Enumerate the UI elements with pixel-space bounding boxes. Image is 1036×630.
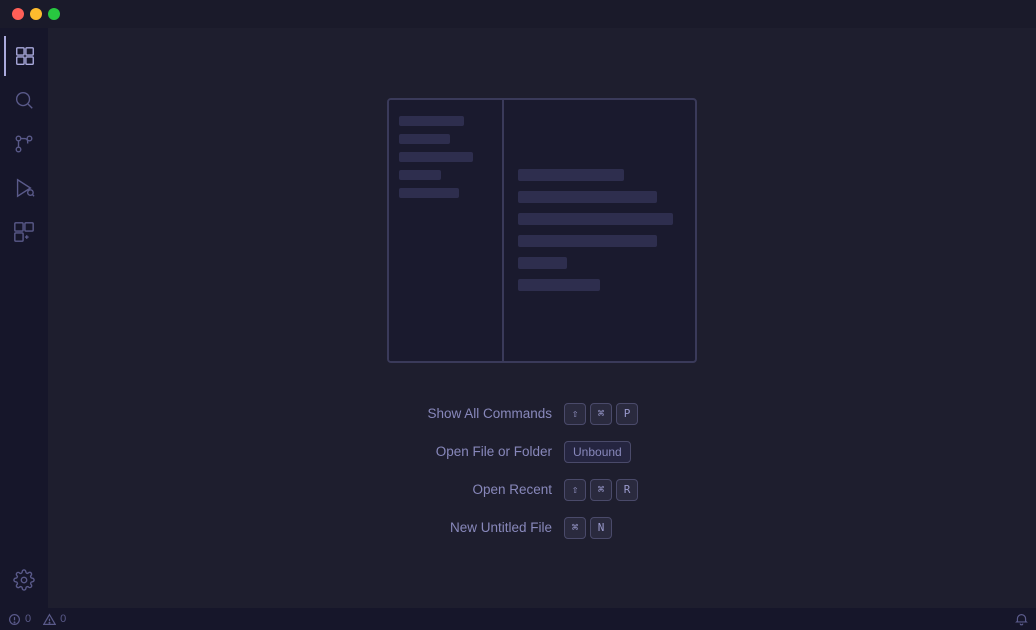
shortcut-new-file[interactable]: New Untitled File ⌘ N <box>382 517 702 539</box>
warning-count: 0 <box>60 613 66 625</box>
key-unbound: Unbound <box>564 441 631 463</box>
minimize-button[interactable] <box>30 8 42 20</box>
illus-bar <box>399 188 459 198</box>
statusbar: 0 0 <box>0 608 1036 630</box>
shortcut-show-all-commands[interactable]: Show All Commands ⇧ ⌘ P <box>382 403 702 425</box>
illus-bar <box>399 134 450 144</box>
shortcut-label: Open Recent <box>382 482 552 497</box>
bell-icon <box>1015 613 1028 626</box>
error-icon <box>8 613 21 626</box>
sidebar-item-explorer[interactable] <box>4 36 44 76</box>
illus-line <box>518 213 673 225</box>
illus-right-panel <box>504 100 695 361</box>
sidebar-item-extensions[interactable] <box>4 212 44 252</box>
main-layout: Show All Commands ⇧ ⌘ P Open File or Fol… <box>0 28 1036 608</box>
titlebar <box>0 0 1036 28</box>
shortcut-label: Open File or Folder <box>382 444 552 459</box>
shortcut-keys: ⇧ ⌘ P <box>564 403 638 425</box>
sidebar-item-run[interactable] <box>4 168 44 208</box>
shortcut-keys: Unbound <box>564 441 631 463</box>
sidebar-item-source-control[interactable] <box>4 124 44 164</box>
status-errors[interactable]: 0 <box>8 613 31 626</box>
illus-line <box>518 169 624 181</box>
key-shift: ⇧ <box>564 403 586 425</box>
illus-line <box>518 257 567 269</box>
key-r: R <box>616 479 638 501</box>
warning-icon <box>43 613 56 626</box>
illus-bar <box>399 152 473 162</box>
shortcut-keys: ⇧ ⌘ R <box>564 479 638 501</box>
key-n: N <box>590 517 612 539</box>
bell-button[interactable] <box>1015 613 1028 626</box>
key-cmd: ⌘ <box>590 479 612 501</box>
key-cmd: ⌘ <box>590 403 612 425</box>
content-area: Show All Commands ⇧ ⌘ P Open File or Fol… <box>48 28 1036 608</box>
shortcut-open-recent[interactable]: Open Recent ⇧ ⌘ R <box>382 479 702 501</box>
key-shift: ⇧ <box>564 479 586 501</box>
shortcut-open-file[interactable]: Open File or Folder Unbound <box>382 441 702 463</box>
illus-bar <box>399 116 464 126</box>
illus-line <box>518 279 600 291</box>
sidebar-bottom <box>4 560 44 600</box>
illus-line <box>518 191 657 203</box>
shortcut-label: New Untitled File <box>382 520 552 535</box>
key-cmd: ⌘ <box>564 517 586 539</box>
maximize-button[interactable] <box>48 8 60 20</box>
shortcut-keys: ⌘ N <box>564 517 612 539</box>
illus-bar <box>399 170 441 180</box>
illus-line <box>518 235 657 247</box>
status-warnings[interactable]: 0 <box>43 613 66 626</box>
traffic-lights <box>12 8 60 20</box>
shortcut-label: Show All Commands <box>382 406 552 421</box>
key-p: P <box>616 403 638 425</box>
close-button[interactable] <box>12 8 24 20</box>
illustration-frame <box>387 98 697 363</box>
statusbar-right <box>1015 613 1028 626</box>
error-count: 0 <box>25 613 31 625</box>
shortcuts-section: Show All Commands ⇧ ⌘ P Open File or Fol… <box>382 403 702 539</box>
vscode-illustration <box>387 98 697 363</box>
sidebar <box>0 28 48 608</box>
sidebar-item-search[interactable] <box>4 80 44 120</box>
sidebar-item-settings[interactable] <box>4 560 44 600</box>
illus-left-panel <box>389 100 504 361</box>
